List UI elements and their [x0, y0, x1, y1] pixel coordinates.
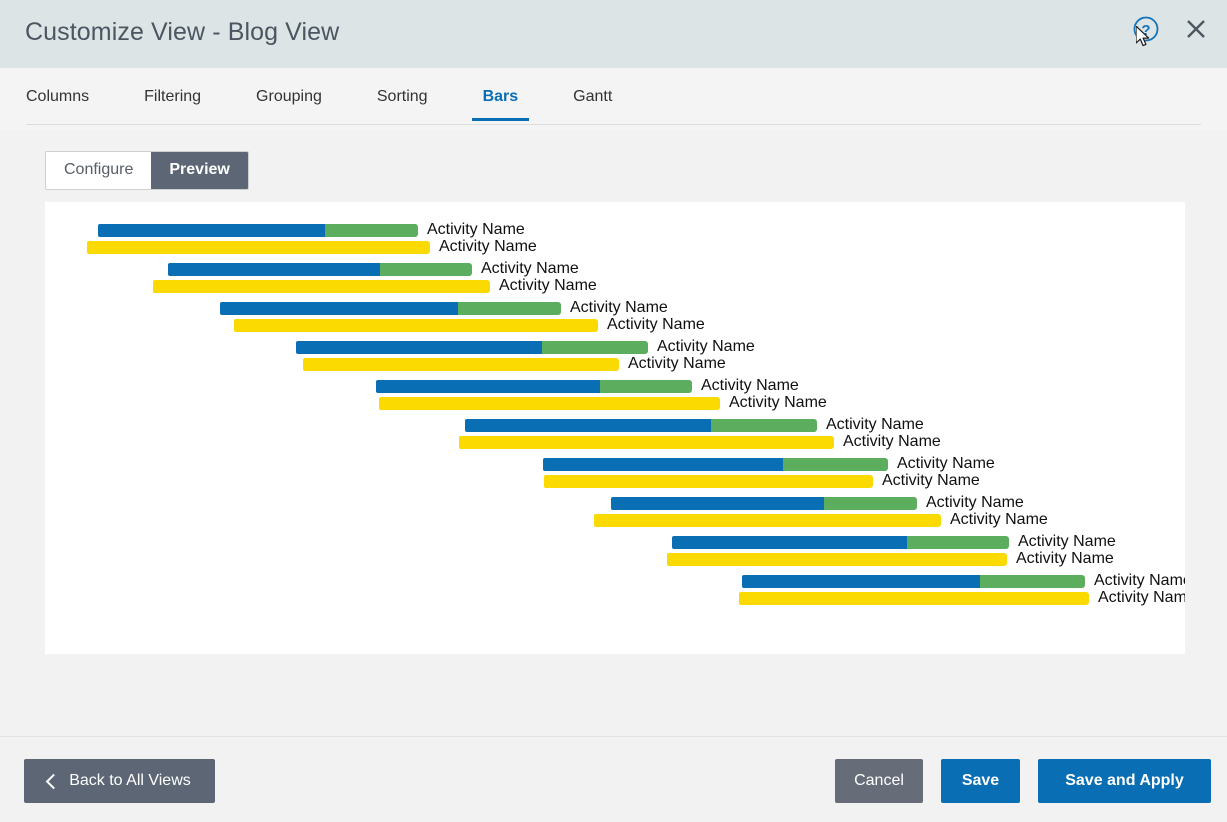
remaining-work-bar[interactable] [783, 458, 888, 471]
remaining-work-bar[interactable] [380, 263, 472, 276]
save-and-apply-button[interactable]: Save and Apply [1038, 759, 1211, 803]
baseline-bar[interactable] [379, 397, 720, 410]
baseline-bar[interactable] [303, 358, 619, 371]
actual-work-bar[interactable] [98, 224, 325, 237]
bar-label: Activity Name [499, 276, 597, 296]
tab-strip: Columns Filtering Grouping Sorting Bars … [0, 68, 1227, 130]
bar-label: Activity Name [628, 354, 726, 374]
chevron-left-icon [46, 773, 62, 789]
baseline-bar[interactable] [594, 514, 941, 527]
dialog-footer: Back to All Views Cancel Save Save and A… [0, 736, 1227, 822]
bar-label: Activity Name [1098, 588, 1185, 608]
bar-label: Activity Name [607, 315, 705, 335]
remaining-work-bar[interactable] [542, 341, 648, 354]
baseline-bar[interactable] [739, 592, 1089, 605]
bar-label: Activity Name [1016, 549, 1114, 569]
actual-work-bar[interactable] [296, 341, 542, 354]
back-to-all-views-button[interactable]: Back to All Views [24, 759, 215, 803]
bars-preview-panel: Activity NameActivity NameActivity NameA… [45, 202, 1185, 654]
remaining-work-bar[interactable] [907, 536, 1009, 549]
tab-bars[interactable]: Bars [483, 88, 519, 121]
tab-gantt[interactable]: Gantt [573, 88, 612, 121]
bar-label: Activity Name [882, 471, 980, 491]
page-title: Customize View - Blog View [25, 18, 339, 47]
tab-filtering[interactable]: Filtering [144, 88, 201, 121]
actual-work-bar[interactable] [220, 302, 458, 315]
titlebar-actions: ? [1131, 14, 1211, 44]
tab-list: Columns Filtering Grouping Sorting Bars … [26, 88, 612, 121]
toggle-configure[interactable]: Configure [46, 152, 151, 189]
remaining-work-bar[interactable] [458, 302, 561, 315]
svg-text:?: ? [1141, 22, 1150, 39]
actual-work-bar[interactable] [168, 263, 380, 276]
bar-label: Activity Name [729, 393, 827, 413]
baseline-bar[interactable] [544, 475, 873, 488]
cancel-button[interactable]: Cancel [835, 759, 923, 803]
actual-work-bar[interactable] [672, 536, 907, 549]
baseline-bar[interactable] [667, 553, 1007, 566]
actual-work-bar[interactable] [376, 380, 600, 393]
baseline-bar[interactable] [153, 280, 490, 293]
back-button-label: Back to All Views [69, 772, 191, 790]
toggle-preview[interactable]: Preview [151, 152, 247, 189]
bar-label: Activity Name [439, 237, 537, 257]
tab-sorting[interactable]: Sorting [377, 88, 428, 121]
remaining-work-bar[interactable] [600, 380, 692, 393]
tab-divider [26, 124, 1201, 125]
help-circle-icon[interactable]: ? [1131, 14, 1161, 44]
actual-work-bar[interactable] [742, 575, 980, 588]
close-icon[interactable] [1181, 14, 1211, 44]
remaining-work-bar[interactable] [824, 497, 917, 510]
baseline-bar[interactable] [234, 319, 598, 332]
actual-work-bar[interactable] [543, 458, 783, 471]
tab-columns[interactable]: Columns [26, 88, 89, 121]
actual-work-bar[interactable] [611, 497, 824, 510]
window-titlebar: Customize View - Blog View ? [0, 0, 1227, 68]
baseline-bar[interactable] [459, 436, 834, 449]
remaining-work-bar[interactable] [980, 575, 1085, 588]
save-button[interactable]: Save [941, 759, 1020, 803]
remaining-work-bar[interactable] [325, 224, 418, 237]
bar-label: Activity Name [843, 432, 941, 452]
baseline-bar[interactable] [87, 241, 430, 254]
actual-work-bar[interactable] [465, 419, 711, 432]
bar-label: Activity Name [950, 510, 1048, 530]
tab-grouping[interactable]: Grouping [256, 88, 322, 121]
remaining-work-bar[interactable] [711, 419, 817, 432]
configure-preview-toggle: Configure Preview [45, 151, 249, 190]
